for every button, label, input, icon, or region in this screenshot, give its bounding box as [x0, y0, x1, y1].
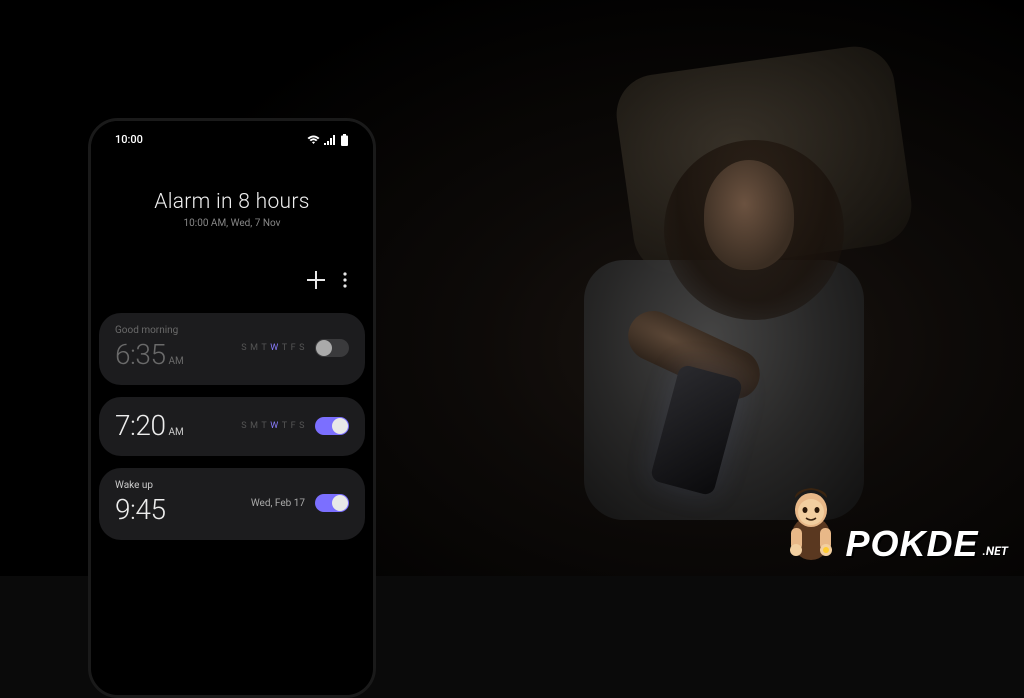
day-s: S — [241, 421, 247, 431]
day-f: F — [291, 421, 296, 431]
alarm-date: Wed, Feb 17 — [251, 498, 305, 509]
alarm-info: 7:20 AM — [115, 409, 184, 442]
alarm-right: S M T W T F S — [241, 417, 349, 435]
day-f: F — [291, 343, 296, 353]
alarm-toggle[interactable] — [315, 339, 349, 357]
site-logo: POKDE .NET — [780, 480, 1009, 562]
alarm-time: 9:45 — [115, 493, 165, 526]
day-w: W — [270, 343, 279, 353]
day-m: M — [250, 343, 258, 353]
add-alarm-button[interactable] — [307, 271, 325, 293]
toggle-knob — [332, 495, 348, 511]
day-m: M — [250, 421, 258, 431]
phone-mockup: 10:00 Alarm in 8 hours 10:00 AM, Wed, 7 … — [88, 118, 376, 698]
day-t: T — [261, 421, 267, 431]
day-t: T — [261, 343, 267, 353]
signal-icon — [324, 135, 336, 145]
alarm-item[interactable]: Good morning 6:35 AM S M T W T F S — [99, 313, 365, 385]
plus-icon — [307, 271, 325, 289]
alarm-days: S M T W T F S — [241, 421, 305, 431]
day-t2: T — [282, 343, 288, 353]
status-bar: 10:00 — [97, 121, 367, 154]
alarm-item[interactable]: Wake up 9:45 Wed, Feb 17 — [99, 468, 365, 540]
toggle-knob — [316, 340, 332, 356]
alarm-info: Good morning 6:35 AM — [115, 325, 184, 371]
wifi-icon — [307, 135, 320, 145]
logo-mascot-icon — [780, 480, 842, 562]
day-t2: T — [282, 421, 288, 431]
alarm-toggle[interactable] — [315, 494, 349, 512]
alarm-ampm: AM — [168, 427, 183, 438]
day-s2: S — [299, 421, 305, 431]
alarm-time: 7:20 — [115, 409, 165, 442]
action-row — [97, 247, 367, 307]
alarm-time: 6:35 — [115, 338, 165, 371]
alarm-ampm: AM — [168, 356, 183, 367]
alarm-header: Alarm in 8 hours 10:00 AM, Wed, 7 Nov — [97, 154, 367, 247]
more-vertical-icon — [343, 272, 347, 288]
alarm-time-row: 9:45 — [115, 493, 168, 526]
toggle-knob — [332, 418, 348, 434]
status-time: 10:00 — [115, 133, 143, 146]
day-w: W — [270, 421, 279, 431]
phone-screen: 10:00 Alarm in 8 hours 10:00 AM, Wed, 7 … — [91, 121, 373, 695]
alarm-time-row: 7:20 AM — [115, 409, 184, 442]
alarm-toggle[interactable] — [315, 417, 349, 435]
alarm-item[interactable]: 7:20 AM S M T W T F S — [99, 397, 365, 456]
alarm-label: Good morning — [115, 325, 184, 336]
alarm-time-row: 6:35 AM — [115, 338, 184, 371]
alarm-right: Wed, Feb 17 — [251, 494, 349, 512]
person-head — [704, 160, 794, 270]
battery-icon — [340, 134, 349, 146]
more-options-button[interactable] — [343, 272, 347, 292]
alarm-info: Wake up 9:45 — [115, 480, 168, 526]
person-illustration — [524, 140, 944, 520]
logo-text: POKDE — [846, 526, 979, 562]
logo-tld: .NET — [983, 544, 1008, 558]
alarm-days: S M T W T F S — [241, 343, 305, 353]
day-s2: S — [299, 343, 305, 353]
alarm-subtitle: 10:00 AM, Wed, 7 Nov — [97, 218, 367, 229]
day-s: S — [241, 343, 247, 353]
alarm-title: Alarm in 8 hours — [97, 190, 367, 214]
status-icons — [307, 134, 349, 146]
alarm-right: S M T W T F S — [241, 339, 349, 357]
alarm-label: Wake up — [115, 480, 168, 491]
